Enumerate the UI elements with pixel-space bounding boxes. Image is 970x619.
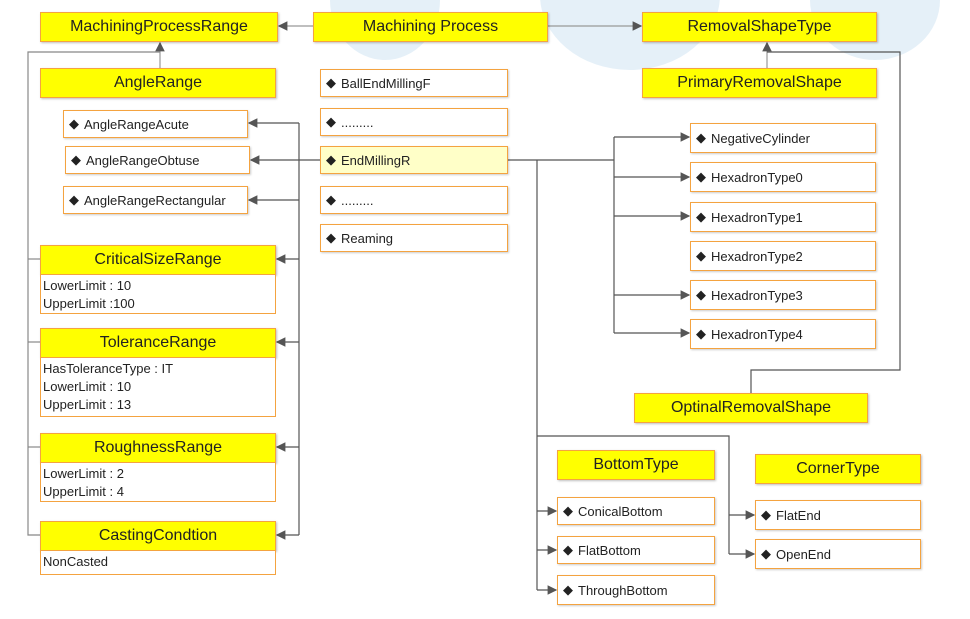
diagram: MachiningProcessRange Machining Process … — [0, 0, 970, 619]
diamond-icon: ◆ — [71, 152, 81, 167]
shape-hexadron-type1[interactable]: ◆ HexadronType1 — [690, 202, 876, 232]
diamond-icon: ◆ — [696, 326, 706, 341]
angle-range-box[interactable]: AngleRange — [40, 68, 276, 98]
attr: UpperLimit : 4 — [43, 484, 124, 499]
optional-removal-shape-box[interactable]: OptinalRemovalShape — [634, 393, 868, 423]
item-label: AngleRangeObtuse — [86, 152, 200, 168]
shape-hexadron-type0[interactable]: ◆ HexadronType0 — [690, 162, 876, 192]
shape-hexadron-type4[interactable]: ◆ HexadronType4 — [690, 319, 876, 349]
item-label: OpenEnd — [776, 546, 831, 562]
item-label: Reaming — [341, 230, 394, 246]
item-label: FlatEnd — [776, 507, 821, 523]
diamond-icon: ◆ — [69, 192, 79, 207]
diamond-icon: ◆ — [563, 582, 573, 597]
attr: LowerLimit : 10 — [43, 379, 132, 394]
primary-removal-shape-box[interactable]: PrimaryRemovalShape — [642, 68, 877, 98]
item-label: ThroughBottom — [578, 582, 668, 598]
diamond-icon: ◆ — [326, 192, 336, 207]
diamond-icon: ◆ — [563, 503, 573, 518]
attr: UpperLimit :100 — [43, 296, 135, 311]
tolerance-range-header[interactable]: ToleranceRange — [40, 328, 276, 358]
roughness-range-header[interactable]: RoughnessRange — [40, 433, 276, 463]
shape-negative-cylinder[interactable]: ◆ NegativeCylinder — [690, 123, 876, 153]
item-label: HexadronType4 — [711, 326, 803, 342]
removal-shape-type-box[interactable]: RemovalShapeType — [642, 12, 877, 42]
item-label: ConicalBottom — [578, 503, 663, 519]
attr: HasToleranceType : IT — [43, 361, 174, 376]
process-reaming[interactable]: ◆ Reaming — [320, 224, 508, 252]
casting-condition-attrs: NonCasted — [40, 550, 276, 575]
shape-hexadron-type3[interactable]: ◆ HexadronType3 — [690, 280, 876, 310]
diamond-icon: ◆ — [696, 287, 706, 302]
bottom-type-box[interactable]: BottomType — [557, 450, 715, 480]
corner-open-end[interactable]: ◆ OpenEnd — [755, 539, 921, 569]
item-label: HexadronType0 — [711, 169, 803, 185]
tolerance-range-attrs: HasToleranceType : IT LowerLimit : 10 Uppe… — [40, 357, 276, 417]
diamond-icon: ◆ — [761, 546, 771, 561]
process-ball-end-milling[interactable]: ◆ BallEndMillingF — [320, 69, 508, 97]
diamond-icon: ◆ — [696, 130, 706, 145]
item-label: EndMillingR — [341, 152, 411, 168]
casting-condition-header[interactable]: CastingCondtion — [40, 521, 276, 551]
bottom-through[interactable]: ◆ ThroughBottom — [557, 575, 715, 605]
item-label: HexadronType1 — [711, 209, 803, 225]
corner-type-box[interactable]: CornerType — [755, 454, 921, 484]
item-label: NegativeCylinder — [711, 130, 810, 146]
diamond-icon: ◆ — [563, 542, 573, 557]
item-label: FlatBottom — [578, 542, 641, 558]
diamond-icon: ◆ — [326, 152, 336, 167]
attr: LowerLimit : 2 — [43, 466, 124, 481]
item-label: HexadronType2 — [711, 248, 803, 264]
diamond-icon: ◆ — [761, 507, 771, 522]
process-ellipsis[interactable]: ◆......... — [320, 186, 508, 214]
corner-flat-end[interactable]: ◆ FlatEnd — [755, 500, 921, 530]
item-label: ......... — [341, 192, 374, 208]
item-label: AngleRangeRectangular — [84, 192, 226, 208]
diamond-icon: ◆ — [696, 169, 706, 184]
bottom-conical[interactable]: ◆ ConicalBottom — [557, 497, 715, 525]
diamond-icon: ◆ — [326, 230, 336, 245]
item-label: ......... — [341, 114, 374, 130]
roughness-range-attrs: LowerLimit : 2 UpperLimit : 4 — [40, 462, 276, 502]
attr: UpperLimit : 13 — [43, 397, 132, 412]
angle-range-rectangular[interactable]: ◆ AngleRangeRectangular — [63, 186, 248, 214]
item-label: HexadronType3 — [711, 287, 803, 303]
item-label: BallEndMillingF — [341, 75, 431, 91]
angle-range-obtuse[interactable]: ◆ AngleRangeObtuse — [65, 146, 250, 174]
bottom-flat[interactable]: ◆ FlatBottom — [557, 536, 715, 564]
diamond-icon: ◆ — [326, 75, 336, 90]
machining-process-range-box[interactable]: MachiningProcessRange — [40, 12, 278, 42]
machining-process-box[interactable]: Machining Process — [313, 12, 548, 42]
item-label: AngleRangeAcute — [84, 116, 189, 132]
diamond-icon: ◆ — [326, 114, 336, 129]
attr: LowerLimit : 10 — [43, 278, 132, 293]
process-ellipsis[interactable]: ◆......... — [320, 108, 508, 136]
shape-hexadron-type2[interactable]: ◆ HexadronType2 — [690, 241, 876, 271]
diamond-icon: ◆ — [69, 116, 79, 131]
critical-size-range-attrs: LowerLimit : 10 UpperLimit :100 — [40, 274, 276, 314]
diamond-icon: ◆ — [696, 209, 706, 224]
critical-size-range-header[interactable]: CriticalSizeRange — [40, 245, 276, 275]
diamond-icon: ◆ — [696, 248, 706, 263]
process-end-milling[interactable]: ◆ EndMillingR — [320, 146, 508, 174]
angle-range-acute[interactable]: ◆ AngleRangeAcute — [63, 110, 248, 138]
attr: NonCasted — [43, 554, 109, 569]
